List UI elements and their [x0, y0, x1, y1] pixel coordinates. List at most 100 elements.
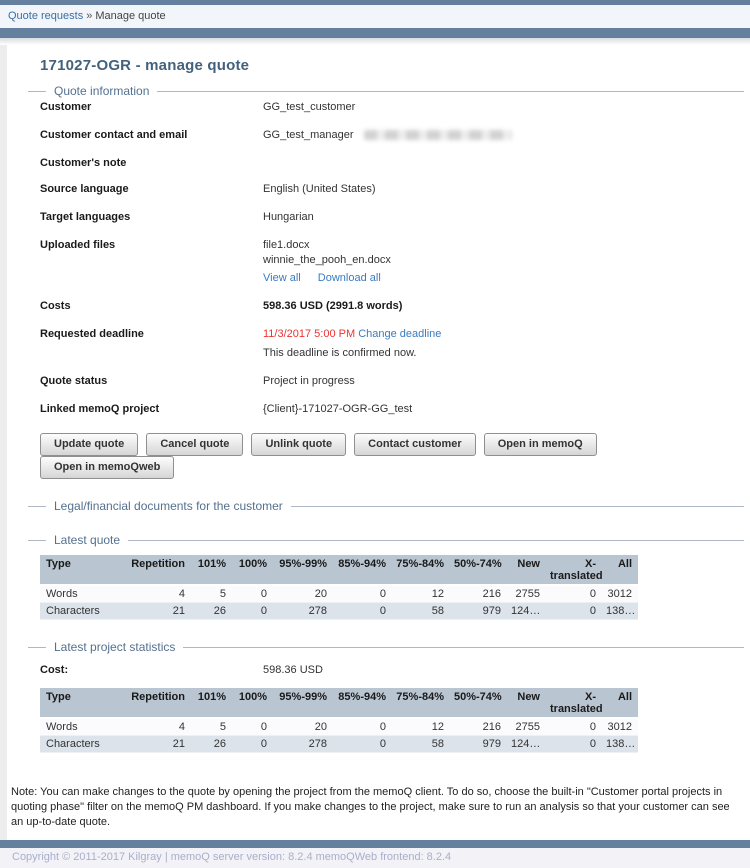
table-cell: 58 [392, 603, 450, 620]
requested-deadline-label: Requested deadline [40, 327, 263, 340]
customer-contact-value: GG_test_manager [263, 128, 512, 143]
table-cell: 0 [333, 603, 392, 620]
update-quote-button[interactable]: Update quote [40, 433, 138, 456]
table-header-row: TypeRepetition101%100%95%-99%85%-94%75%-… [40, 555, 638, 585]
section-legal-documents: Legal/financial documents for the custom… [28, 499, 744, 527]
table-cell: 0 [546, 585, 602, 603]
table-cell: 138… [602, 736, 638, 753]
table-cell: 26 [191, 603, 232, 620]
linked-project-label: Linked memoQ project [40, 402, 263, 415]
breadcrumb: Quote requests»Manage quote [0, 5, 750, 28]
customer-email-redacted [364, 130, 512, 140]
quote-information-legend: Quote information [46, 84, 157, 98]
column-header: 75%-84% [392, 688, 450, 718]
table-cell: 0 [232, 585, 273, 603]
column-header: X-translated [546, 688, 602, 718]
table-cell: 3012 [602, 718, 638, 736]
table-cell: 0 [333, 585, 392, 603]
table-cell: 12 [392, 718, 450, 736]
table-cell: Characters [40, 603, 120, 620]
latest-statistics-table: TypeRepetition101%100%95%-99%85%-94%75%-… [40, 688, 638, 753]
field-uploaded-files: Uploaded files file1.docx winnie_the_poo… [40, 238, 744, 286]
table-row: Characters21260278058979124…0138… [40, 736, 638, 753]
column-header: New [507, 688, 546, 718]
costs-value: 598.36 USD (2991.8 words) [263, 299, 402, 314]
view-all-link[interactable]: View all [263, 272, 301, 284]
latest-quote-table: TypeRepetition101%100%95%-99%85%-94%75%-… [40, 555, 638, 620]
quote-actions: Update quote Cancel quote Unlink quote C… [40, 433, 744, 479]
field-linked-project: Linked memoQ project {Client}-171027-OGR… [40, 402, 744, 417]
column-header: Repetition [120, 688, 191, 718]
column-header: 101% [191, 688, 232, 718]
table-cell: 21 [120, 603, 191, 620]
customer-contact-label: Customer contact and email [40, 128, 263, 141]
open-in-memoq-button[interactable]: Open in memoQ [484, 433, 597, 456]
column-header: All [602, 688, 638, 718]
field-source-language: Source language English (United States) [40, 182, 744, 197]
footer-accent-bar [0, 840, 750, 848]
deadline-confirmed-text: This deadline is confirmed now. [263, 346, 441, 361]
table-row: Words45020012216275503012 [40, 585, 638, 603]
linked-project-value: {Client}-171027-OGR-GG_test [263, 402, 412, 417]
table-cell: 216 [450, 585, 507, 603]
open-in-memoqweb-button[interactable]: Open in memoQweb [40, 456, 174, 479]
table-cell: 278 [273, 603, 333, 620]
column-header: Repetition [120, 555, 191, 585]
column-header: All [602, 555, 638, 585]
table-row: Characters21260278058979124…0138… [40, 603, 638, 620]
table-cell: 20 [273, 718, 333, 736]
field-customer-contact: Customer contact and email GG_test_manag… [40, 128, 744, 143]
table-header-row: TypeRepetition101%100%95%-99%85%-94%75%-… [40, 688, 638, 718]
table-cell: Characters [40, 736, 120, 753]
source-language-label: Source language [40, 182, 263, 195]
breadcrumb-quote-requests-link[interactable]: Quote requests [8, 10, 83, 22]
column-header: 85%-94% [333, 555, 392, 585]
unlink-quote-button[interactable]: Unlink quote [251, 433, 346, 456]
uploaded-files-value: file1.docx winnie_the_pooh_en.docx View … [263, 238, 391, 286]
section-latest-quote: Latest quote TypeRepetition101%100%95%-9… [28, 533, 744, 634]
column-header: X-translated [546, 555, 602, 585]
left-edge-strip [0, 45, 7, 840]
column-header: 100% [232, 688, 273, 718]
column-header: 101% [191, 555, 232, 585]
field-target-languages: Target languages Hungarian [40, 210, 744, 225]
table-cell: 278 [273, 736, 333, 753]
latest-project-statistics-legend: Latest project statistics [46, 640, 183, 654]
table-cell: 2755 [507, 585, 546, 603]
table-cell: 12 [392, 585, 450, 603]
contact-customer-button[interactable]: Contact customer [354, 433, 476, 456]
uploaded-files-label: Uploaded files [40, 238, 263, 251]
table-cell: 0 [333, 736, 392, 753]
page-title: 171027-OGR - manage quote [40, 57, 744, 74]
table-cell: 0 [546, 718, 602, 736]
change-deadline-link[interactable]: Change deadline [358, 328, 441, 340]
table-cell: 21 [120, 736, 191, 753]
main-content: 171027-OGR - manage quote Quote informat… [0, 45, 750, 777]
field-costs: Costs 598.36 USD (2991.8 words) [40, 299, 744, 314]
table-cell: Words [40, 585, 120, 603]
column-header: 95%-99% [273, 688, 333, 718]
table-cell: 4 [120, 718, 191, 736]
source-language-value: English (United States) [263, 182, 376, 197]
column-header: 85%-94% [333, 688, 392, 718]
table-cell: 20 [273, 585, 333, 603]
breadcrumb-current: Manage quote [95, 10, 165, 22]
column-header: 50%-74% [450, 555, 507, 585]
header-fade [0, 38, 750, 45]
download-all-link[interactable]: Download all [318, 272, 381, 284]
field-cost: Cost: 598.36 USD [40, 664, 744, 676]
legal-documents-legend: Legal/financial documents for the custom… [46, 499, 291, 513]
quote-status-value: Project in progress [263, 374, 355, 389]
customer-value: GG_test_customer [263, 100, 355, 115]
table-cell: 0 [546, 603, 602, 620]
table-cell: 3012 [602, 585, 638, 603]
cost-label: Cost: [40, 664, 263, 676]
table-cell: 5 [191, 585, 232, 603]
quote-status-label: Quote status [40, 374, 263, 387]
costs-label: Costs [40, 299, 263, 312]
breadcrumb-separator: » [86, 10, 92, 22]
field-quote-status: Quote status Project in progress [40, 374, 744, 389]
latest-quote-legend: Latest quote [46, 533, 128, 547]
table-row: Words45020012216275503012 [40, 718, 638, 736]
cancel-quote-button[interactable]: Cancel quote [146, 433, 243, 456]
